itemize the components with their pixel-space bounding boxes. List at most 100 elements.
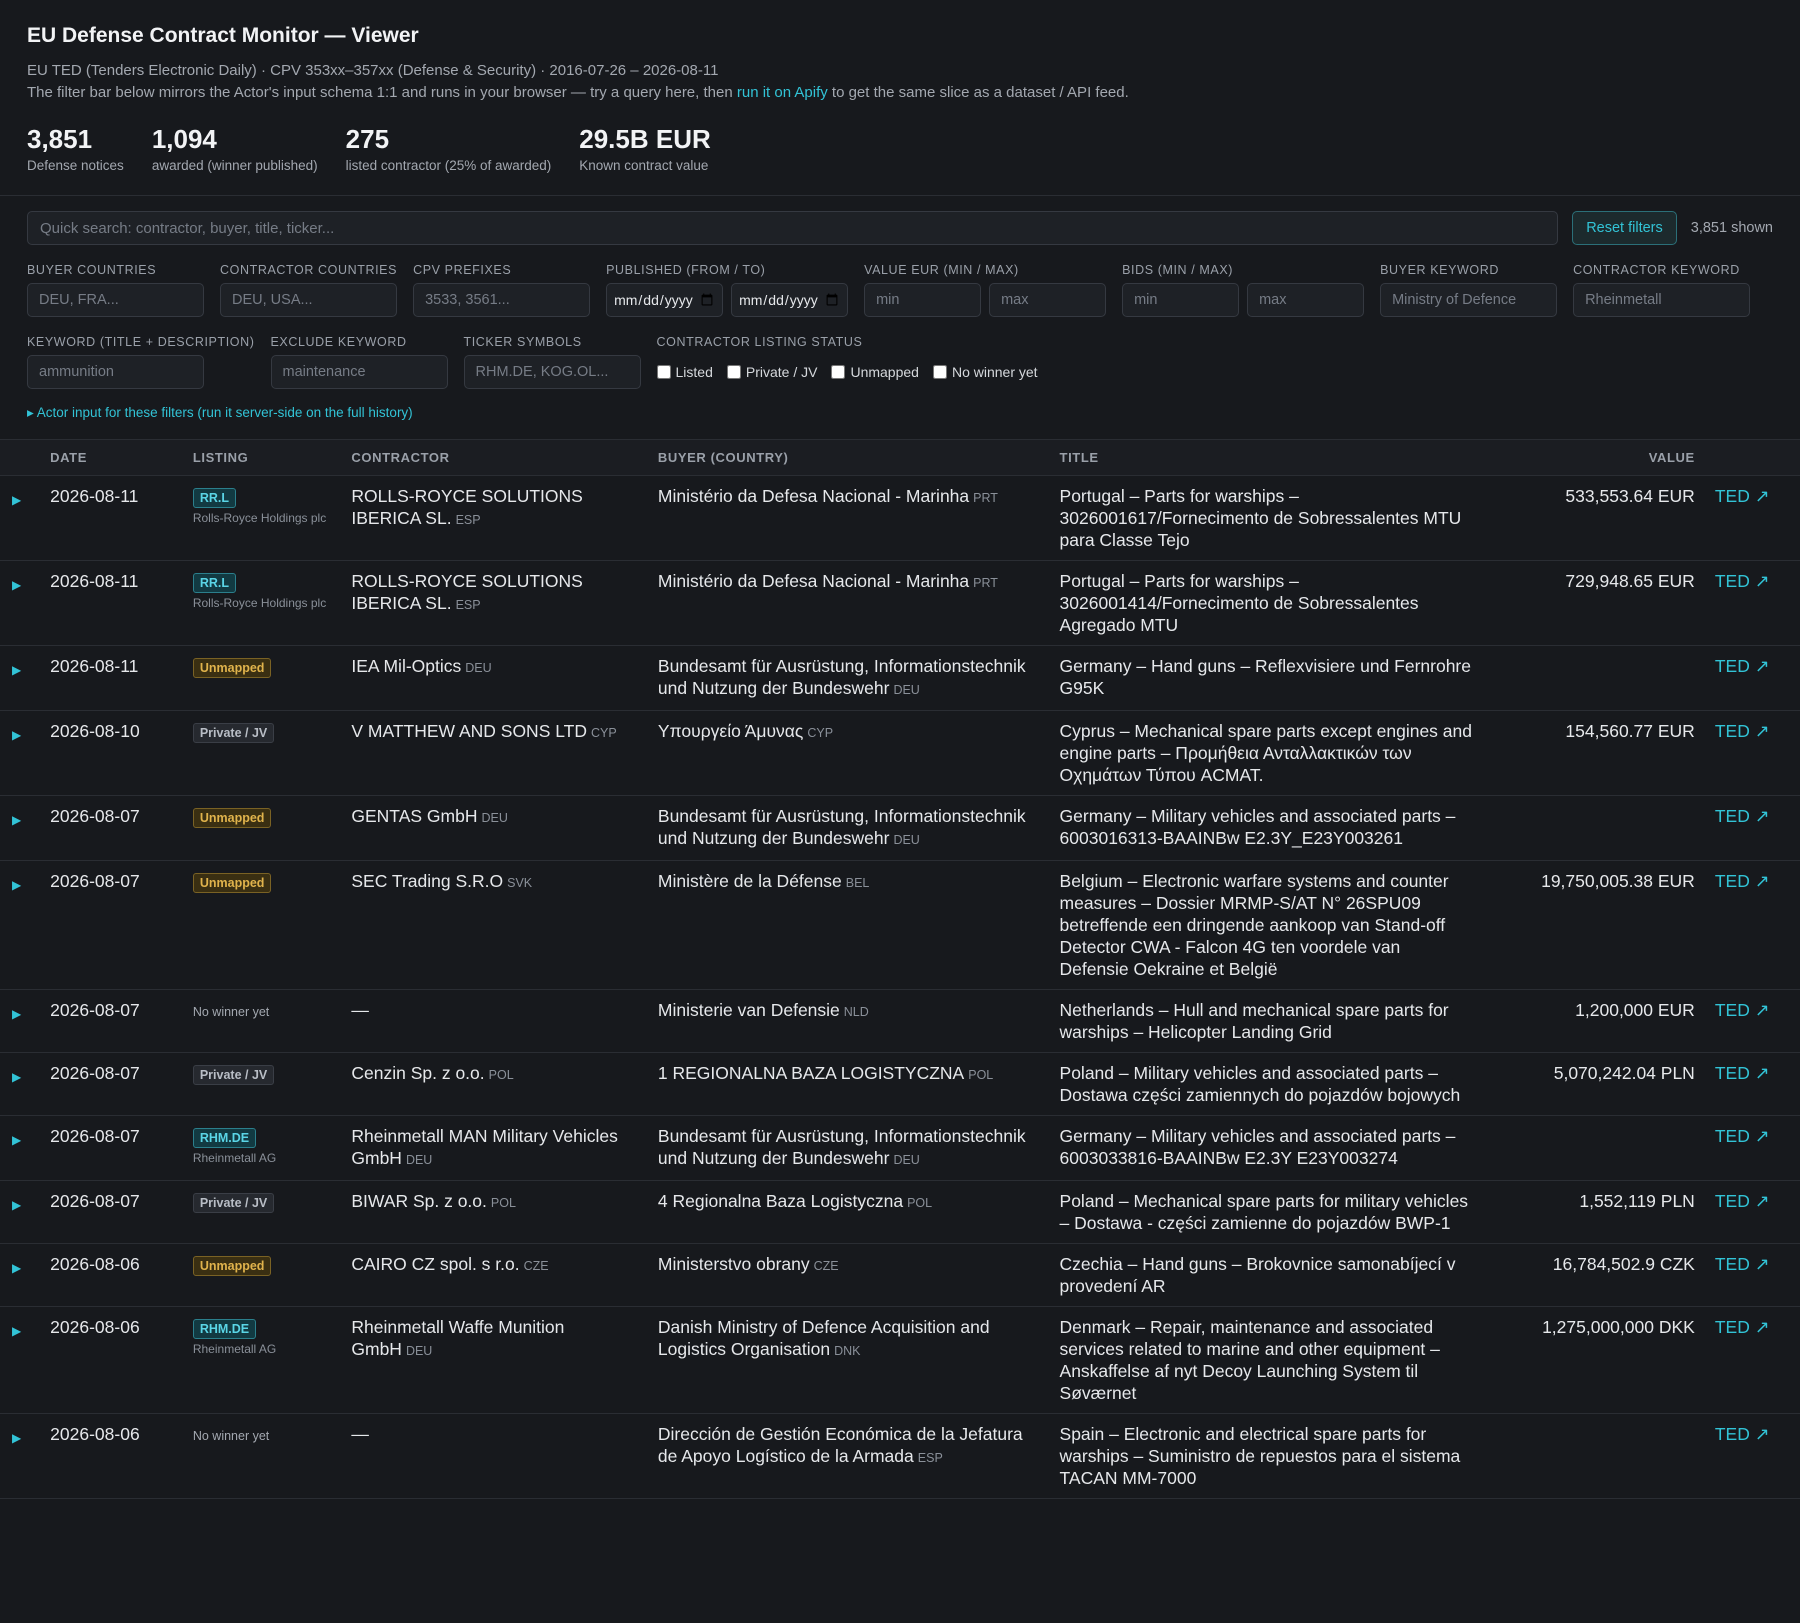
expand-cell[interactable]: ▶ <box>0 560 41 646</box>
title-cell: Poland – Military vehicles and associate… <box>1049 1052 1483 1116</box>
table-row[interactable]: ▶ 2026-08-07 Private / JV BIWAR Sp. z o.o. P… <box>0 1180 1800 1244</box>
value-col-header[interactable]: VALUE <box>1482 440 1705 476</box>
expand-cell[interactable]: ▶ <box>0 1052 41 1116</box>
ted-link[interactable]: TED ↗ <box>1715 721 1770 741</box>
listed-checkbox-label[interactable]: Listed <box>656 364 713 380</box>
reset-filters-button[interactable]: Reset filters <box>1572 211 1677 245</box>
ted-link[interactable]: TED ↗ <box>1715 1317 1770 1337</box>
published-from-input[interactable] <box>606 283 724 317</box>
expand-icon[interactable]: ▶ <box>12 578 21 592</box>
ted-link[interactable]: TED ↗ <box>1715 571 1770 591</box>
value-filter: VALUE EUR (MIN / MAX) <box>864 263 1107 317</box>
expand-icon[interactable]: ▶ <box>12 493 21 507</box>
unmapped-checkbox[interactable] <box>831 365 846 379</box>
table-row[interactable]: ▶ 2026-08-06 RHM.DE Rheinmetall AG Rheinmeta… <box>0 1306 1800 1414</box>
ted-link[interactable]: TED ↗ <box>1715 1191 1770 1211</box>
expand-cell[interactable]: ▶ <box>0 1413 41 1499</box>
contractor-cell: Rheinmetall Waffe Munition GmbH DEU <box>341 1306 648 1414</box>
table-row[interactable]: ▶ 2026-08-06 Unmapped CAIRO CZ spol. s r.o.… <box>0 1243 1800 1307</box>
expand-icon[interactable]: ▶ <box>12 1007 21 1021</box>
ticker-symbols-filter: TICKER SYMBOLS <box>463 335 641 389</box>
ted-link-cell: TED ↗ <box>1704 1413 1800 1499</box>
date-col-header[interactable]: DATE <box>40 440 183 476</box>
table-row[interactable]: ▶ 2026-08-07 Private / JV Cenzin Sp. z o.o.… <box>0 1052 1800 1116</box>
expand-cell[interactable]: ▶ <box>0 989 41 1053</box>
buyer-keyword-input[interactable] <box>1380 283 1558 317</box>
table-row[interactable]: ▶ 2026-08-07 No winner yet — Ministerie van … <box>0 989 1800 1053</box>
expand-icon[interactable]: ▶ <box>12 1070 21 1084</box>
expand-icon[interactable]: ▶ <box>12 663 21 677</box>
ted-link[interactable]: TED ↗ <box>1715 871 1770 891</box>
run-on-apify-link[interactable]: run it on Apify <box>737 84 828 101</box>
buyer-cell: Υπουργείο Άμυνας CYP <box>647 710 1050 796</box>
ted-link[interactable]: TED ↗ <box>1715 1000 1770 1020</box>
desc-before: The filter bar below mirrors the Actor's… <box>27 84 737 101</box>
contractor-cell: BIWAR Sp. z o.o. POL <box>341 1180 648 1244</box>
expand-cell[interactable]: ▶ <box>0 1115 41 1181</box>
expand-icon[interactable]: ▶ <box>12 1261 21 1275</box>
unmapped-checkbox-label[interactable]: Unmapped <box>831 364 919 380</box>
listed-checkbox[interactable] <box>656 365 671 379</box>
country-code: ESP <box>455 598 481 612</box>
parent-company: Rheinmetall AG <box>192 1342 277 1356</box>
actor-input-toggle[interactable]: ▸ Actor input for these filters (run it … <box>27 405 1773 421</box>
keyword-input[interactable] <box>27 355 204 389</box>
expand-icon[interactable]: ▶ <box>12 1324 21 1338</box>
title-cell: Portugal – Parts for warships – 30260014… <box>1049 560 1483 646</box>
buyer-col-header[interactable]: BUYER (COUNTRY) <box>647 440 1050 476</box>
ticker-symbols-input[interactable] <box>463 355 641 389</box>
table-row[interactable]: ▶ 2026-08-11 RR.L Rolls-Royce Holdings plc R… <box>0 560 1800 646</box>
quick-search-input[interactable] <box>27 211 1559 245</box>
table-row[interactable]: ▶ 2026-08-07 Unmapped GENTAS GmbH DEU Bundesa… <box>0 795 1800 861</box>
expand-cell[interactable]: ▶ <box>0 1306 41 1414</box>
buyer-name: Bundesamt für Ausrüstung, Informationste… <box>657 806 1026 848</box>
listing-col-header[interactable]: LISTING <box>182 440 342 476</box>
expand-cell[interactable]: ▶ <box>0 795 41 861</box>
cpv-prefixes-input[interactable] <box>413 283 591 317</box>
contractor-col-header[interactable]: CONTRACTOR <box>341 440 648 476</box>
expand-icon[interactable]: ▶ <box>12 728 21 742</box>
private-jv-checkbox[interactable] <box>726 365 741 379</box>
expand-cell[interactable]: ▶ <box>0 860 41 990</box>
value-min-input[interactable] <box>864 283 982 317</box>
ted-link[interactable]: TED ↗ <box>1715 1254 1770 1274</box>
no-winner-checkbox[interactable] <box>932 365 947 379</box>
no-winner-checkbox-label[interactable]: No winner yet <box>932 364 1038 380</box>
source-line: EU TED (Tenders Electronic Daily) · CPV … <box>27 62 719 79</box>
table-row[interactable]: ▶ 2026-08-10 Private / JV V MATTHEW AND SON… <box>0 710 1800 796</box>
buyer-countries-input[interactable] <box>27 283 204 317</box>
ted-link[interactable]: TED ↗ <box>1715 806 1770 826</box>
bids-max-input[interactable] <box>1247 283 1365 317</box>
ted-link[interactable]: TED ↗ <box>1715 1063 1770 1083</box>
contractor-countries-input[interactable] <box>220 283 397 317</box>
table-row[interactable]: ▶ 2026-08-11 RR.L Rolls-Royce Holdings plc R… <box>0 475 1800 561</box>
table-row[interactable]: ▶ 2026-08-07 RHM.DE Rheinmetall AG Rheinmeta… <box>0 1115 1800 1181</box>
value-max-input[interactable] <box>989 283 1107 317</box>
expand-icon[interactable]: ▶ <box>12 813 21 827</box>
ted-link[interactable]: TED ↗ <box>1715 1424 1770 1444</box>
expand-icon[interactable]: ▶ <box>12 1198 21 1212</box>
stat-awarded: 1,094 awarded (winner published) <box>152 122 318 173</box>
ted-link[interactable]: TED ↗ <box>1715 1126 1770 1146</box>
ted-link[interactable]: TED ↗ <box>1715 486 1770 506</box>
table-row[interactable]: ▶ 2026-08-11 Unmapped IEA Mil-Optics DEU Bund… <box>0 645 1800 711</box>
published-to-input[interactable] <box>731 283 849 317</box>
expand-cell[interactable]: ▶ <box>0 475 41 561</box>
bids-min-input[interactable] <box>1122 283 1240 317</box>
contractor-cell: IEA Mil-Optics DEU <box>341 645 648 711</box>
expand-cell[interactable]: ▶ <box>0 1180 41 1244</box>
expand-cell[interactable]: ▶ <box>0 645 41 711</box>
country-code: CYP <box>807 726 834 740</box>
exclude-keyword-input[interactable] <box>270 355 448 389</box>
ted-link[interactable]: TED ↗ <box>1715 656 1770 676</box>
expand-icon[interactable]: ▶ <box>12 1133 21 1147</box>
table-row[interactable]: ▶ 2026-08-07 Unmapped SEC Trading S.R.O SVK M… <box>0 860 1800 990</box>
title-col-header[interactable]: TITLE <box>1049 440 1483 476</box>
expand-cell[interactable]: ▶ <box>0 710 41 796</box>
expand-icon[interactable]: ▶ <box>12 878 21 892</box>
expand-cell[interactable]: ▶ <box>0 1243 41 1307</box>
contractor-keyword-input[interactable] <box>1573 283 1751 317</box>
table-row[interactable]: ▶ 2026-08-06 No winner yet — Dirección de Ge… <box>0 1413 1800 1499</box>
expand-icon[interactable]: ▶ <box>12 1431 21 1445</box>
private-checkbox-label[interactable]: Private / JV <box>726 364 817 380</box>
